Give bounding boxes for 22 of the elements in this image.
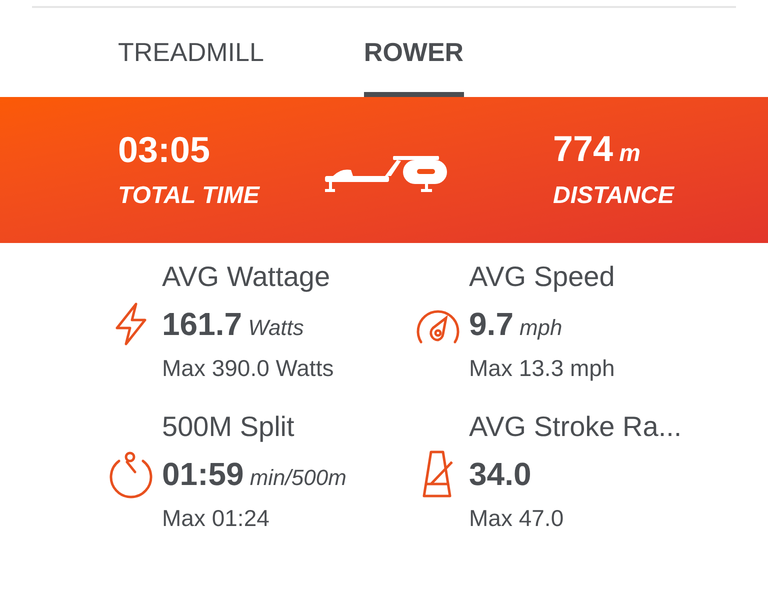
total-time-value: 03:05 bbox=[118, 128, 212, 172]
metric-title: AVG Speed bbox=[469, 260, 615, 294]
lightning-icon bbox=[114, 302, 148, 346]
metric-title: AVG Stroke Ra... bbox=[469, 410, 682, 444]
total-time-label: TOTAL TIME bbox=[118, 180, 261, 210]
metric-unit: mph bbox=[519, 314, 564, 342]
metric-value: 34.0 bbox=[469, 454, 532, 494]
distance-unit: m bbox=[619, 139, 642, 169]
metric-unit: Watts bbox=[248, 314, 305, 342]
metric-title: AVG Wattage bbox=[162, 260, 332, 294]
metric-value: 9.7 bbox=[469, 305, 514, 344]
metric-max: Max 01:24 bbox=[162, 504, 270, 532]
distance-value: 774 bbox=[553, 127, 614, 171]
metric-max: Max 13.3 mph bbox=[469, 354, 615, 383]
metric-max: Max 47.0 bbox=[469, 504, 565, 532]
tab[interactable]: TREADMILL bbox=[118, 8, 264, 97]
metric-title: 500M Split bbox=[162, 410, 296, 444]
metric-value: 01:59 bbox=[162, 454, 244, 494]
metric-unit: min/500m bbox=[250, 464, 348, 492]
metric-max: Max 390.0 Watts bbox=[162, 354, 334, 383]
metric-value: 161.7 bbox=[162, 305, 242, 344]
distance-label: DISTANCE bbox=[553, 181, 676, 211]
